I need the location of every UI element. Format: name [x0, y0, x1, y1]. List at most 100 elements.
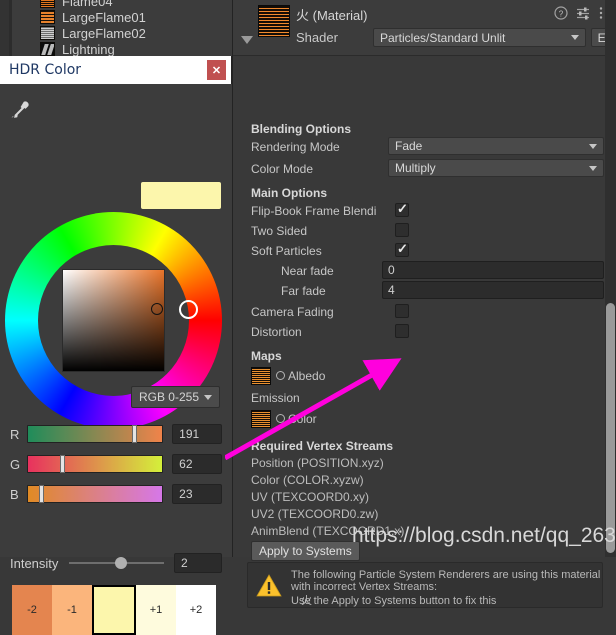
channel-slider-g[interactable] — [27, 455, 164, 473]
vertex-streams-title: Required Vertex Streams — [251, 439, 394, 453]
camera-fading-checkbox[interactable] — [395, 304, 409, 318]
eyedropper-icon[interactable] — [8, 99, 30, 121]
channel-value-b[interactable]: 23 — [172, 484, 222, 504]
help-icon[interactable]: ? — [554, 6, 568, 20]
channel-label-b: B — [10, 486, 19, 502]
hierarchy-item-label: LargeFlame01 — [62, 9, 146, 25]
intensity-swatch[interactable]: +1 — [136, 585, 176, 635]
channel-row-r: R 191 — [10, 422, 222, 446]
scrollbar-thumb[interactable] — [606, 303, 615, 553]
color-toggle-icon[interactable] — [276, 414, 285, 423]
flame-texture-icon — [40, 0, 55, 8]
hierarchy-left-edge — [0, 0, 9, 57]
flip-book-frame-blending-checkbox[interactable] — [395, 201, 409, 217]
channel-slider-r[interactable] — [27, 425, 164, 443]
warning-box: The following Particle System Renderers … — [247, 562, 603, 608]
far-fade-label: Far fade — [281, 284, 326, 298]
intensity-row: Intensity 2 — [10, 552, 222, 574]
channel-slider-b[interactable] — [27, 485, 164, 503]
distortion-checkbox[interactable] — [395, 324, 409, 338]
watermark-text: https://blog.csdn.net/qq_26318597 — [352, 524, 616, 547]
two-sided-checkbox[interactable] — [395, 223, 409, 237]
distortion-label: Distortion — [251, 325, 302, 339]
kebab-menu-icon[interactable] — [598, 6, 604, 20]
chevron-down-icon — [571, 35, 579, 40]
preset-icon[interactable] — [576, 6, 591, 20]
hierarchy-item-largeflame02[interactable]: LargeFlame02 — [40, 25, 146, 41]
chevron-down-icon — [589, 143, 597, 149]
camera-fading-label: Camera Fading — [251, 305, 334, 319]
vertex-stream-line: Color (COLOR.xyzw) — [251, 473, 364, 487]
stripe-texture-icon — [40, 26, 55, 40]
vertex-stream-line: UV2 (TEXCOORD0.zw) — [251, 507, 379, 521]
intensity-knob[interactable] — [114, 557, 127, 569]
shader-label: Shader — [296, 30, 338, 45]
color-mode-label: RGB 0-255 — [138, 390, 199, 404]
far-fade-field[interactable]: 4 — [382, 281, 604, 299]
albedo-label: Albedo — [288, 369, 326, 383]
foldout-arrow-icon[interactable] — [241, 36, 253, 44]
channel-label-r: R — [10, 426, 20, 442]
hierarchy-item-largeflame01[interactable]: LargeFlame01 — [40, 9, 146, 25]
hierarchy-panel: Flame04 LargeFlame01 LargeFlame02 Lightn… — [0, 0, 232, 57]
flip-book-frame-blending-label: Flip-Book Frame Blendi — [251, 204, 377, 218]
channel-knob-b[interactable] — [38, 485, 44, 503]
rendering-mode-label: Rendering Mode — [251, 140, 340, 154]
channel-row-b: B 23 — [10, 482, 222, 506]
intensity-swatch[interactable]: +2 — [176, 585, 216, 635]
flame-texture-icon — [40, 10, 55, 24]
near-fade-label: Near fade — [281, 264, 334, 278]
channel-row-g: G 62 — [10, 452, 222, 476]
channel-knob-g[interactable] — [60, 455, 66, 473]
soft-particles-checkbox[interactable] — [395, 241, 409, 257]
hierarchy-item-label: Lightning — [62, 41, 115, 57]
shader-dropdown-value: Particles/Standard Unlit — [380, 30, 506, 45]
sv-cursor-handle[interactable] — [151, 303, 163, 315]
warning-line-2: with incorrect Vertex Streams: — [291, 581, 438, 593]
near-fade-field[interactable]: 0 — [382, 261, 604, 279]
intensity-label: Intensity — [10, 555, 59, 571]
material-title: 火 (Material) — [296, 8, 368, 23]
hierarchy-item-label: LargeFlame02 — [62, 25, 146, 41]
main-options-title: Main Options — [251, 186, 327, 200]
hierarchy-item-label: Flame04 — [62, 0, 113, 9]
saturation-value-square[interactable] — [62, 269, 165, 372]
albedo-texture-thumbnail[interactable] — [251, 367, 271, 385]
intensity-swatch[interactable]: -2 — [12, 585, 52, 635]
intensity-swatch[interactable]: -1 — [52, 585, 92, 635]
shader-dropdown[interactable]: Particles/Standard Unlit — [373, 28, 586, 47]
color-mode-dropdown[interactable]: RGB 0-255 — [130, 386, 220, 408]
hierarchy-item-flame04[interactable]: Flame04 — [40, 0, 113, 9]
hdr-dialog-titlebar: HDR Color ✕ — [0, 56, 231, 84]
two-sided-label: Two Sided — [251, 224, 308, 238]
intensity-value[interactable]: 2 — [174, 553, 222, 573]
rendering-mode-value: Fade — [395, 139, 423, 153]
rendering-mode-dropdown[interactable]: Fade — [388, 137, 604, 155]
apply-to-systems-button[interactable]: Apply to Systems — [251, 541, 360, 561]
intensity-slider[interactable] — [68, 557, 165, 569]
hierarchy-item-lightning[interactable]: Lightning — [40, 41, 115, 57]
channel-knob-r[interactable] — [131, 425, 137, 443]
warning-line-4: Use the Apply to Systems button to fix t… — [291, 595, 497, 607]
channel-value-r[interactable]: 191 — [172, 424, 222, 444]
albedo-toggle-icon[interactable] — [276, 371, 285, 380]
inspector-header: 火 (Material) Shader Particles/Standard U… — [233, 0, 616, 56]
inspector-panel: 火 (Material) Shader Particles/Standard U… — [232, 0, 616, 608]
warning-line-1: The following Particle System Renderers … — [291, 569, 601, 581]
intensity-swatch-strip: -2 -1 +1 +2 — [12, 585, 216, 635]
color-mode-label: Color Mode — [251, 162, 314, 176]
hue-cursor-handle[interactable] — [179, 300, 198, 319]
color-mode-dropdown[interactable]: Multiply — [388, 159, 604, 177]
channel-value-g[interactable]: 62 — [172, 454, 222, 474]
lightning-texture-icon — [40, 42, 55, 56]
color-picker-body: RGB 0-255 R 191 G 62 B 23 Intensity 2 -2… — [0, 84, 232, 635]
material-preview-icon — [258, 5, 290, 37]
color-texture-thumbnail[interactable] — [251, 410, 271, 428]
chevron-down-icon — [589, 165, 597, 171]
intensity-swatch-selected[interactable] — [92, 585, 136, 635]
maps-title: Maps — [251, 349, 282, 363]
color-preview-swatch — [141, 182, 221, 209]
vertex-stream-line: UV (TEXCOORD0.xy) — [251, 490, 370, 504]
warning-triangle-icon — [256, 574, 282, 597]
close-icon[interactable]: ✕ — [207, 60, 226, 80]
